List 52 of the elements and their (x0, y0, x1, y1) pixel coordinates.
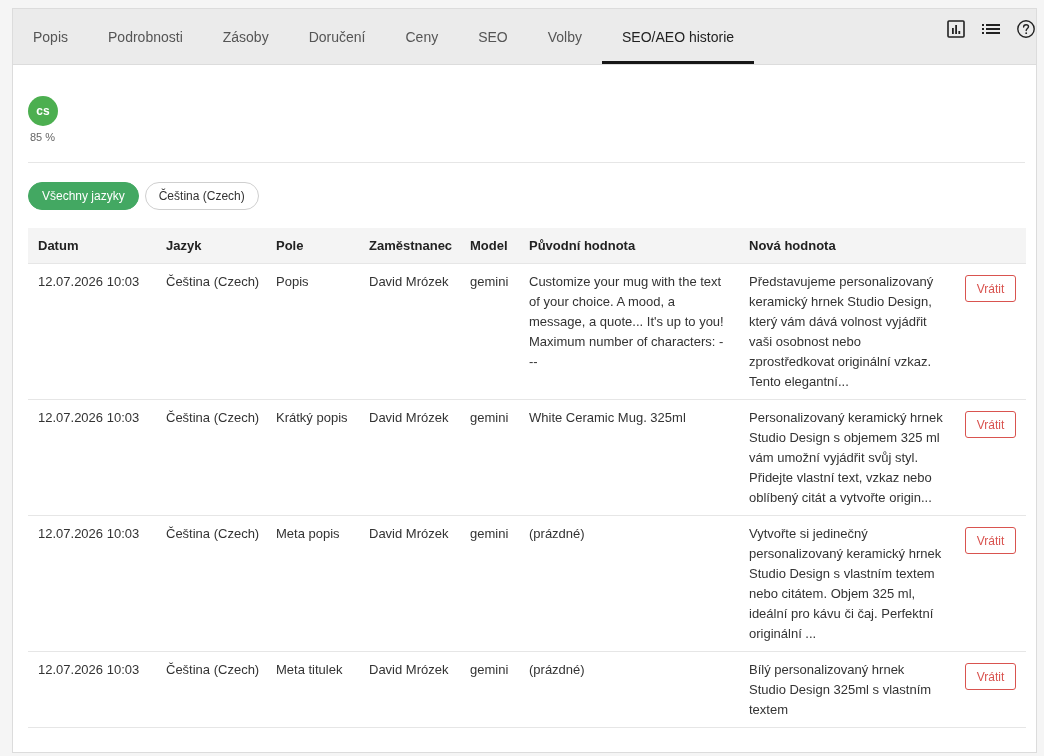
table-cell-text: Bílý personalizovaný hrnek Studio Design 325ml s vlastním textem (749, 661, 933, 719)
table-cell-text: Představujeme personalizovaný keramický hrnek Studio Design, který vám dává volnost vyjádřit vaši osobnost nebo zprostředkovat originální vzkaz. Tento elegantní... (749, 273, 935, 391)
table-cell-text: Čeština (Czech) (166, 409, 261, 427)
tab[interactable]: Zásoby (202, 9, 289, 64)
table-cell-text: gemini (470, 409, 510, 427)
revert-button[interactable]: Vrátit (965, 527, 1016, 554)
table-cell-text: Personalizovaný keramický hrnek Studio Design s objemem 325 ml vám umožní vyjádřit svůj styl. Přidejte vlastní text, vzkaz nebo oblíbený citát a vytvořte origin... (749, 409, 944, 507)
table-cell-text: David Mrózek (369, 273, 450, 291)
language-percentage: 85 % (29, 131, 56, 143)
table-cell-text: gemini (470, 273, 510, 291)
table-cell-text: David Mrózek (369, 661, 450, 679)
table-cell-text: 12.07.2026 10:03 (38, 661, 141, 679)
table-cell-text: (prázdné) (529, 661, 586, 679)
table-cell-text: Čeština (Czech) (166, 661, 261, 679)
table-cell-text: Krátký popis (276, 409, 349, 427)
table-cell-text: David Mrózek (369, 409, 450, 427)
tab[interactable]: SEO/AEO historie (602, 9, 755, 64)
revert-button[interactable]: Vrátit (965, 411, 1016, 438)
revert-button[interactable]: Vrátit (965, 663, 1016, 690)
column-header: Nová hodnota (739, 228, 955, 264)
table-cell-text: White Ceramic Mug. 325ml (529, 409, 687, 427)
filter-chip[interactable]: Čeština (Czech) (144, 182, 259, 210)
tab[interactable]: Popis (13, 9, 89, 64)
tab[interactable]: Volby (527, 9, 602, 64)
revert-button[interactable]: Vrátit (965, 275, 1016, 302)
table-cell-text: Meta popis (276, 525, 341, 543)
bar-chart-icon[interactable] (947, 20, 965, 38)
column-header: Původní hodnota (519, 228, 739, 264)
column-header: Jazyk (156, 228, 266, 264)
table-cell-text: David Mrózek (369, 525, 450, 543)
table-cell-text: Čeština (Czech) (166, 273, 261, 291)
tab[interactable]: Ceny (385, 9, 459, 64)
column-header: Zaměstnanec (359, 228, 460, 264)
column-header: Datum (28, 228, 156, 264)
language-badge: cs (28, 96, 58, 126)
tab[interactable]: SEO (458, 9, 528, 64)
table-cell-text: 12.07.2026 10:03 (38, 409, 141, 427)
table-cell-text: Vytvořte si jedinečný personalizovaný keramický hrnek Studio Design s vlastním textem nebo citátem. Objem 325 ml, ideální pro kávu či čaj. Perfektní originální ... (749, 525, 943, 643)
table-cell-text: Meta titulek (276, 661, 344, 679)
table-cell-text: Customize your mug with the text of your choice. A mood, a message, a quote... It's up to you! Maximum number of characters: --- (529, 273, 725, 371)
table-cell-text: Popis (276, 273, 310, 291)
tab[interactable]: Podrobnosti (88, 9, 203, 64)
help-icon[interactable] (1017, 20, 1035, 38)
column-header: Model (460, 228, 519, 264)
tab[interactable]: Doručení (288, 9, 386, 64)
table-cell-text: gemini (470, 525, 510, 543)
table-cell-text: gemini (470, 661, 510, 679)
table-cell-text: Čeština (Czech) (166, 525, 261, 543)
table-cell-text: 12.07.2026 10:03 (38, 273, 141, 291)
table-cell-text: (prázdné) (529, 525, 586, 543)
column-header: Pole (266, 228, 359, 264)
table-cell-text: 12.07.2026 10:03 (38, 525, 141, 543)
